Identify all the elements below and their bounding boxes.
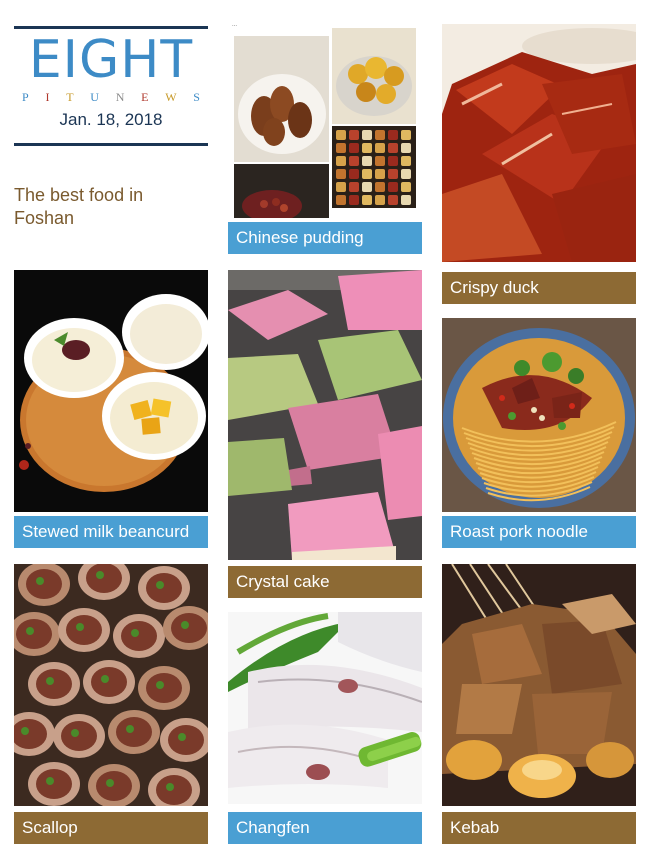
crispy-duck-photo (442, 24, 636, 262)
brand-logo: EIGHT (28, 30, 194, 90)
page-tagline: The best food in Foshan (14, 185, 144, 228)
caption-stewed-milk-beancurd: Stewed milk beancurd (14, 516, 208, 548)
crystal-cake-photo (228, 270, 422, 560)
scallop-photo (14, 564, 208, 806)
subtitle-letter: U (90, 90, 99, 104)
caption-crispy-duck: Crispy duck (442, 272, 636, 304)
subtitle-letter: E (141, 90, 149, 104)
caption-roast-pork-noodle: Roast pork noodle (442, 516, 636, 548)
subtitle-letter: P (22, 90, 29, 104)
changfen-photo (228, 612, 422, 804)
caption-kebab: Kebab (442, 812, 636, 844)
subtitle-letter: S (193, 90, 200, 104)
brand-subtitle: PITUNEWS (14, 90, 208, 105)
subtitle-letter: W (165, 90, 177, 104)
caption-crystal-cake: Crystal cake (228, 566, 422, 598)
pudding-bowl-image (234, 164, 329, 218)
bottom-rule (14, 143, 208, 146)
issue-date: Jan. 18, 2018 (59, 110, 163, 129)
roast-pork-noodle-photo (442, 318, 636, 512)
subtitle-letter: I (45, 90, 50, 104)
chinese-pudding-photo (228, 28, 422, 218)
subtitle-letter: N (115, 90, 125, 104)
top-rule (14, 26, 208, 29)
caption-scallop: Scallop (14, 812, 208, 844)
pudding-box-image (332, 126, 416, 208)
pudding-balls-image (332, 28, 416, 124)
stewed-milk-beancurd-photo (14, 270, 208, 512)
caption-changfen: Changfen (228, 812, 422, 844)
caption-chinese-pudding: Chinese pudding (228, 222, 422, 254)
photo-credit: ... (232, 22, 238, 28)
pudding-plate-image (234, 36, 329, 162)
kebab-photo (442, 564, 636, 806)
subtitle-letter: T (66, 90, 74, 104)
